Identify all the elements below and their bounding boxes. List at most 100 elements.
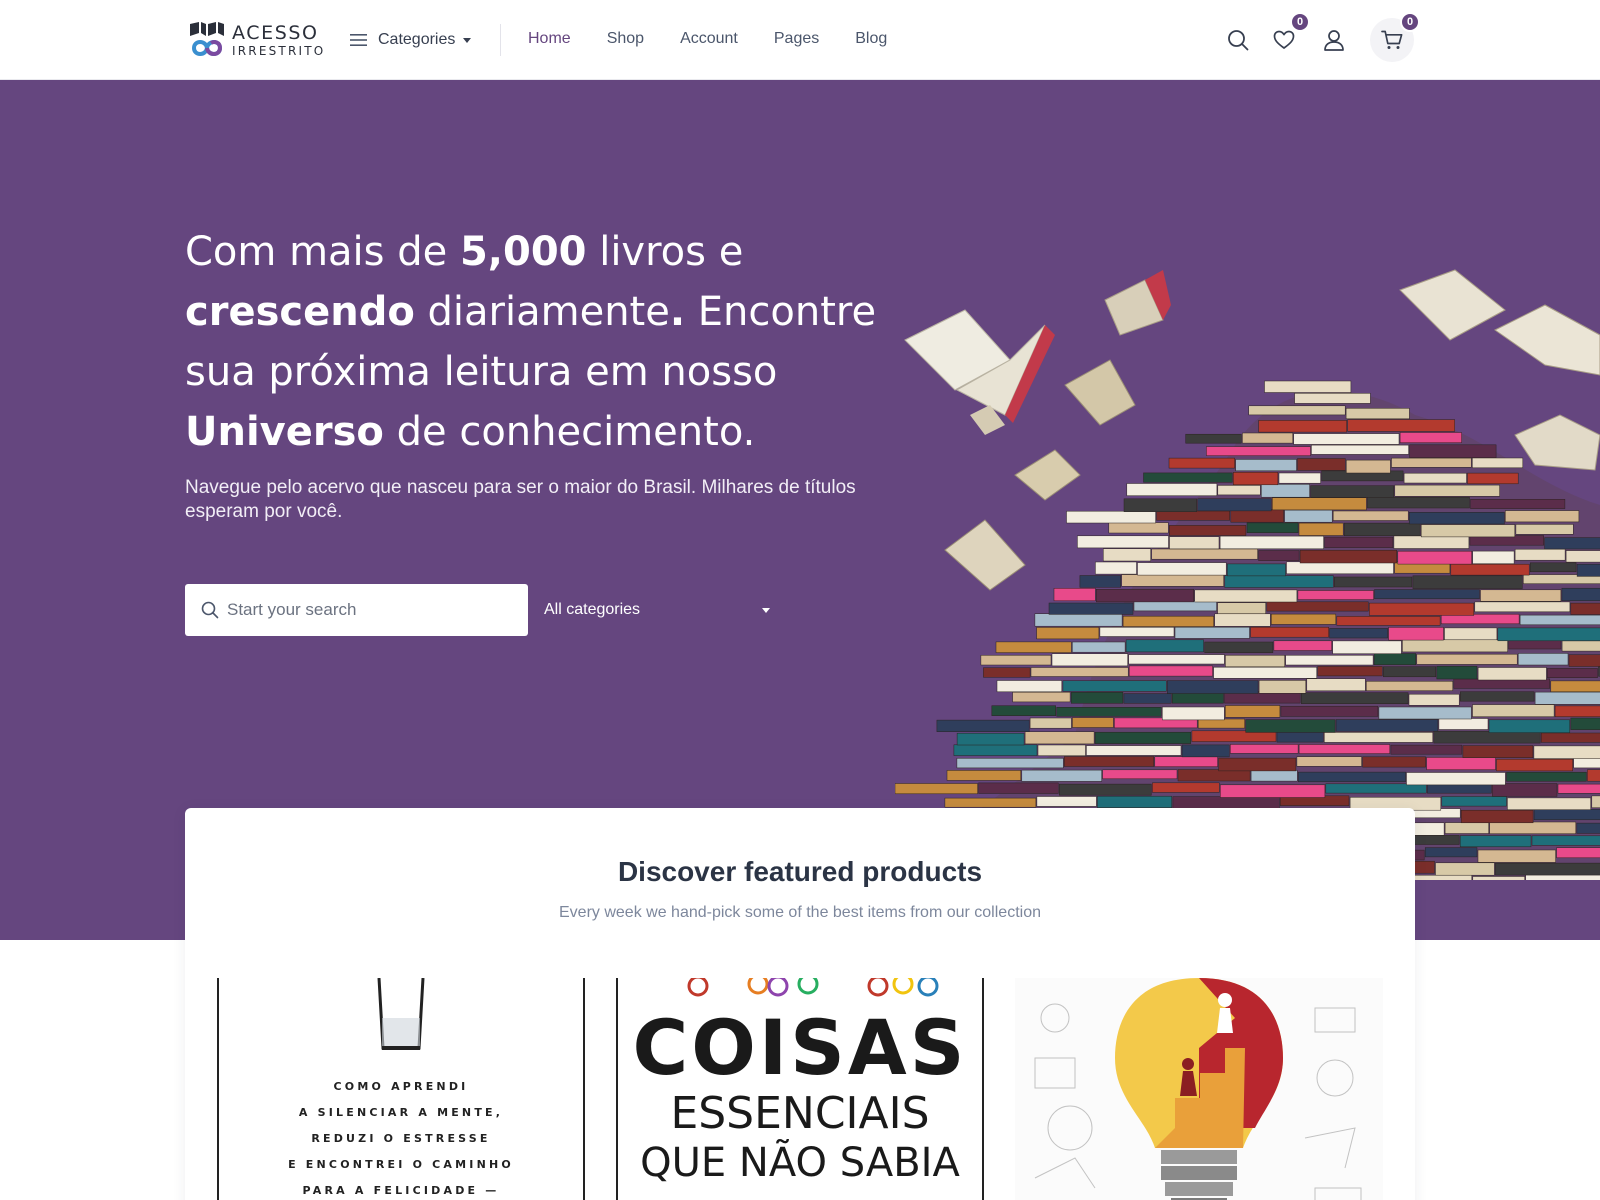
book-spine xyxy=(1273,640,1332,651)
hero-title-part: livros e xyxy=(586,229,744,275)
book-spine xyxy=(1506,771,1587,782)
book-spine xyxy=(1034,613,1123,627)
book-spine xyxy=(1225,705,1281,718)
book-spine xyxy=(1534,691,1600,705)
book-spine xyxy=(1497,627,1600,642)
cart-button[interactable]: 0 xyxy=(1370,12,1420,62)
book-spine xyxy=(1347,419,1455,432)
book-spine xyxy=(1297,458,1346,471)
book-spine xyxy=(1441,796,1507,807)
book-spine xyxy=(1245,719,1336,733)
book-cover-text: COMO APRENDI A SILENCIAR A MENTE, REDUZI… xyxy=(219,1074,583,1200)
book-spine xyxy=(1477,667,1547,681)
book-spine xyxy=(1204,641,1274,653)
book-spine xyxy=(956,732,1025,746)
book-spine xyxy=(1070,692,1124,704)
nav-pages[interactable]: Pages xyxy=(774,30,819,48)
product-card[interactable] xyxy=(1015,978,1383,1200)
nav-home[interactable]: Home xyxy=(528,30,571,48)
book-spine xyxy=(983,667,1031,678)
cover-line: COISAS xyxy=(632,1003,968,1092)
book-spine xyxy=(996,680,1063,693)
hero-subtitle: Navegue pelo acervo que nasceu para ser … xyxy=(185,477,856,522)
book-spine xyxy=(1378,706,1472,720)
book-spine xyxy=(1242,432,1294,444)
book-spine xyxy=(1480,589,1562,602)
book-spine xyxy=(1343,522,1421,537)
book-spine xyxy=(1285,655,1374,666)
search-button[interactable] xyxy=(1216,18,1260,62)
hero-search-box[interactable] xyxy=(185,584,528,636)
book-spine xyxy=(1280,705,1379,717)
book-spine xyxy=(1225,655,1285,668)
book-spine xyxy=(936,719,1030,732)
nav-shop[interactable]: Shop xyxy=(607,30,644,48)
book-spine xyxy=(1233,472,1279,486)
cover-line: COMO APRENDI xyxy=(333,1080,469,1093)
book-spine xyxy=(1250,626,1329,638)
book-spine xyxy=(1248,405,1346,416)
book-spine xyxy=(1399,432,1462,443)
book-spine xyxy=(1332,510,1409,521)
book-spine xyxy=(1235,459,1297,472)
lightbulb-illustration xyxy=(1034,978,1362,1200)
book-spine xyxy=(1086,745,1182,756)
book-spine xyxy=(1547,668,1598,678)
category-select[interactable]: All categories xyxy=(544,596,770,624)
book-spine xyxy=(1591,795,1600,808)
book-spine xyxy=(1373,653,1417,666)
book-spine xyxy=(1311,444,1409,455)
logo-icon xyxy=(190,22,224,56)
search-input[interactable] xyxy=(227,600,507,620)
book-spine xyxy=(1072,641,1126,653)
hero-title-bold: crescendo xyxy=(185,289,415,335)
cover-line: QUE NÃO SABIA xyxy=(640,1140,960,1186)
book-spine xyxy=(1174,626,1250,639)
account-button[interactable] xyxy=(1312,18,1356,62)
book-spine xyxy=(1435,862,1495,876)
book-spine xyxy=(1197,498,1272,512)
book-spine xyxy=(1587,769,1600,782)
book-spine xyxy=(1550,680,1600,693)
book-spine xyxy=(1444,627,1498,641)
nav-blog[interactable]: Blog xyxy=(855,30,887,48)
book-spine xyxy=(1012,691,1071,703)
book-spine xyxy=(1462,745,1534,758)
book-spine xyxy=(1128,665,1213,677)
book-spine xyxy=(1294,393,1371,404)
book-spine xyxy=(1554,705,1600,717)
cart-count-badge: 0 xyxy=(1400,12,1420,32)
book-spine xyxy=(1393,535,1470,549)
book-spine xyxy=(1230,509,1284,523)
brand-line2: IRRESTRITO xyxy=(232,43,326,58)
book-spine xyxy=(1416,653,1518,665)
book-spine xyxy=(1408,512,1505,525)
book-spine xyxy=(1573,757,1600,769)
wishlist-button[interactable]: 0 xyxy=(1262,12,1310,62)
book-spine xyxy=(1450,563,1530,576)
book-spine xyxy=(1258,680,1307,694)
book-spine xyxy=(1334,576,1413,588)
book-spine xyxy=(1467,472,1519,485)
book-spine xyxy=(1220,784,1326,798)
book-spine xyxy=(1460,809,1534,824)
product-card[interactable]: COISAS ESSENCIAIS QUE NÃO SABIA xyxy=(616,978,984,1200)
book-spine xyxy=(1036,627,1100,640)
book-spine xyxy=(1261,484,1310,498)
book-spine xyxy=(1217,485,1261,496)
book-spine xyxy=(1197,718,1245,729)
nav-account[interactable]: Account xyxy=(680,30,738,48)
book-spine xyxy=(1453,678,1551,689)
product-card[interactable]: COMO APRENDI A SILENCIAR A MENTE, REDUZI… xyxy=(217,978,585,1200)
hero-title: Com mais de 5,000 livros e crescendo dia… xyxy=(185,222,915,462)
brand-logo[interactable]: ACESSO IRRESTRITO xyxy=(184,20,326,60)
book-spine xyxy=(1297,590,1374,600)
hero-title-bold: 5,000 xyxy=(459,229,587,275)
categories-dropdown-button[interactable]: Categories xyxy=(350,28,472,52)
book-spine xyxy=(1420,524,1516,538)
book-spine xyxy=(1565,550,1600,563)
book-spine xyxy=(1152,782,1220,793)
book-spine xyxy=(1367,496,1470,509)
book-spine xyxy=(1024,731,1095,745)
main-nav: Home Shop Account Pages Blog xyxy=(528,30,923,48)
